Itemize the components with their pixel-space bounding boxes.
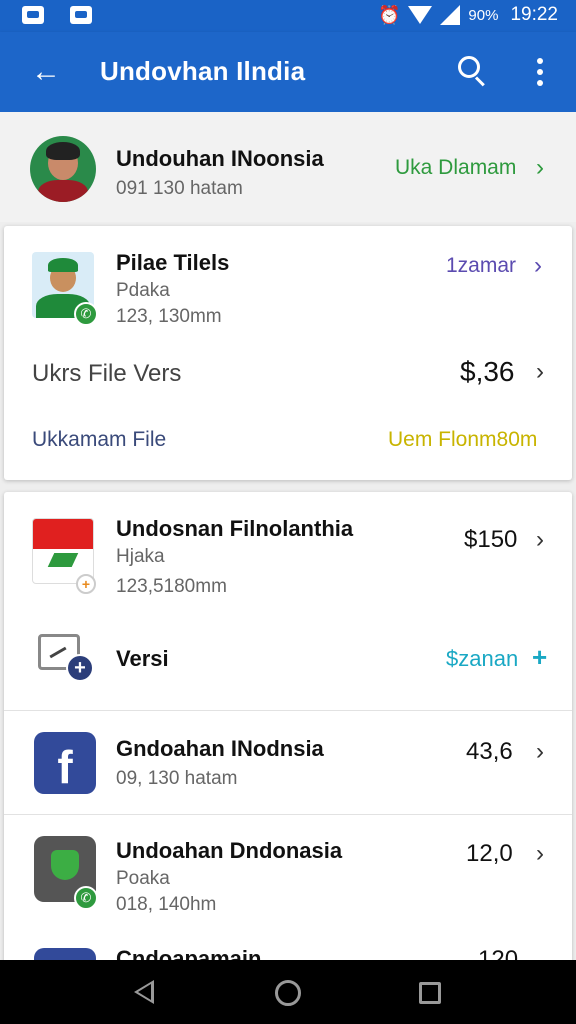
- divider: [4, 710, 572, 711]
- items-card: + Undosnan Filnolanthia Hjaka 123,5180mm…: [4, 492, 572, 973]
- whatsapp-badge-icon: ✆: [74, 302, 98, 326]
- page-title: Undovhan Ilndia: [100, 56, 306, 86]
- list-item-value: 43,6: [466, 738, 513, 765]
- list-item-size: 123,5180mm: [116, 576, 227, 597]
- battery-level: 90%: [468, 6, 499, 24]
- status-bar: ⏰ 90% 19:22: [0, 0, 576, 32]
- divider: [4, 814, 572, 815]
- avatar: [30, 136, 96, 202]
- file-size: 123, 130mm: [116, 306, 222, 327]
- add-badge-icon: +: [76, 574, 96, 594]
- chevron-right-icon[interactable]: ›: [536, 840, 544, 868]
- nav-back-icon[interactable]: [134, 980, 154, 1004]
- profile-action[interactable]: Uka Dlamam: [395, 156, 516, 180]
- file-title: Pilae Tilels: [116, 250, 230, 275]
- search-icon[interactable]: [458, 56, 488, 88]
- version-label[interactable]: Ukrs File Vers: [32, 360, 181, 388]
- whatsapp-badge-icon: ✆: [74, 886, 98, 910]
- clock: 19:22: [510, 4, 558, 25]
- alarm-icon: ⏰: [378, 4, 401, 25]
- footer-label[interactable]: Ukkamam File: [32, 428, 166, 452]
- list-item-title: Undosnan Filnolanthia: [116, 516, 354, 541]
- chevron-right-icon[interactable]: ›: [536, 526, 544, 554]
- footer-value[interactable]: Uem Flonm80m: [388, 428, 537, 452]
- image-notification-icon: [22, 6, 44, 24]
- facebook-icon: f: [34, 732, 96, 794]
- add-icon[interactable]: +: [532, 642, 547, 673]
- notification-icons: [22, 6, 92, 24]
- list-item-value: 12,0: [466, 840, 513, 867]
- list-item-subtitle: 09, 130 hatam: [116, 768, 238, 789]
- list-item-subtitle: Poaka: [116, 868, 170, 889]
- chevron-right-icon[interactable]: ›: [536, 738, 544, 766]
- profile-row[interactable]: Undouhan INoonsia 091 130 hatam Uka Dlam…: [0, 112, 576, 222]
- file-value[interactable]: 1zamar: [446, 254, 516, 278]
- list-item-title: Gndoahan INodnsia: [116, 736, 324, 761]
- app-bar: ← Undovhan Ilndia: [0, 32, 576, 112]
- nav-recents-icon[interactable]: [419, 982, 441, 1004]
- add-circle-icon[interactable]: +: [66, 654, 94, 682]
- profile-subtitle: 091 130 hatam: [116, 178, 243, 199]
- nav-home-icon[interactable]: [275, 980, 301, 1006]
- chevron-right-icon[interactable]: ›: [536, 358, 544, 386]
- system-nav-bar: [0, 960, 576, 1024]
- list-item-title: Undoahan Dndonasia: [116, 838, 343, 863]
- file-subtitle: Pdaka: [116, 280, 170, 301]
- list-item-size: 018, 140hm: [116, 894, 217, 915]
- profile-name: Undouhan INoonsia: [116, 146, 324, 171]
- file-card: ✆ Pilae Tilels Pdaka 123, 130mm 1zamar ›…: [4, 226, 572, 480]
- chevron-right-icon: ›: [534, 252, 542, 279]
- list-item-subtitle: Hjaka: [116, 546, 165, 567]
- chevron-right-icon: ›: [536, 154, 544, 181]
- list-item-value[interactable]: $zanan: [446, 646, 518, 672]
- version-price: $,36: [460, 356, 515, 387]
- wifi-icon: [408, 6, 433, 24]
- list-item-title: Versi: [116, 646, 169, 671]
- signal-icon: [440, 5, 461, 25]
- list-item-price: $150: [464, 526, 518, 553]
- more-options-icon[interactable]: [530, 58, 550, 88]
- back-arrow-icon[interactable]: ←: [28, 54, 64, 90]
- message-notification-icon: [70, 6, 92, 24]
